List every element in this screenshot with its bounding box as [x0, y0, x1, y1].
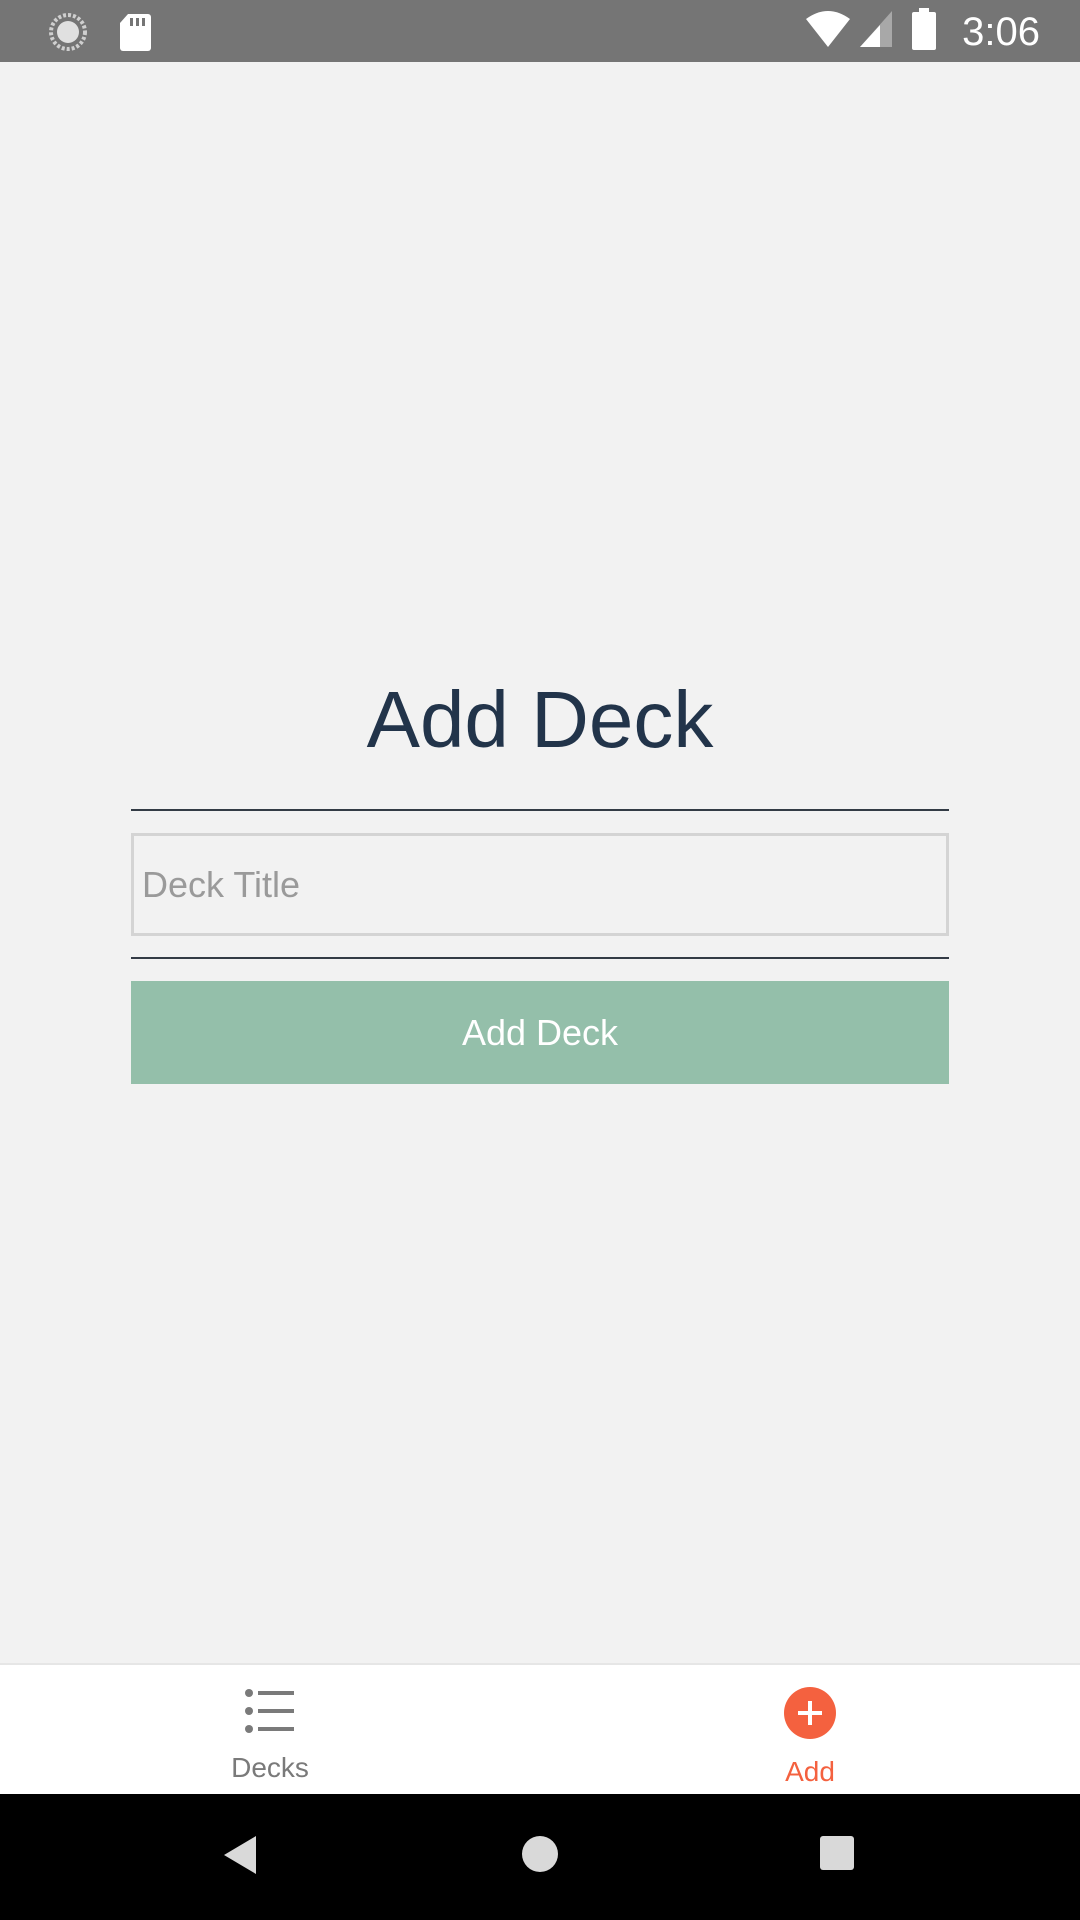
list-icon — [244, 1687, 296, 1740]
system-nav-bar — [0, 1794, 1080, 1920]
recents-icon[interactable] — [818, 1834, 856, 1877]
page-title: Add Deck — [366, 675, 714, 764]
bottom-tab-bar: Decks Add — [0, 1663, 1080, 1794]
add-deck-button[interactable]: Add Deck — [131, 981, 949, 1084]
home-icon[interactable] — [520, 1834, 560, 1879]
sync-icon — [48, 12, 88, 57]
back-icon[interactable] — [222, 1834, 258, 1881]
status-time: 3:06 — [962, 9, 1040, 54]
tab-decks[interactable]: Decks — [0, 1665, 540, 1794]
deck-title-input[interactable] — [131, 833, 949, 936]
divider — [131, 957, 949, 959]
divider — [131, 809, 949, 811]
signal-icon — [858, 9, 894, 54]
tab-add[interactable]: Add — [540, 1665, 1080, 1794]
sd-card-icon — [118, 12, 152, 57]
add-deck-screen: 3:06 Add Deck Add Deck Decks — [0, 0, 1080, 1920]
add-circle-icon — [784, 1687, 836, 1744]
tab-add-label: Add — [785, 1756, 835, 1787]
battery-icon — [912, 8, 937, 55]
wifi-icon — [804, 9, 852, 54]
status-bar: 3:06 — [0, 0, 1080, 62]
add-deck-button-label: Add Deck — [461, 1011, 619, 1053]
tab-decks-label: Decks — [231, 1752, 309, 1783]
